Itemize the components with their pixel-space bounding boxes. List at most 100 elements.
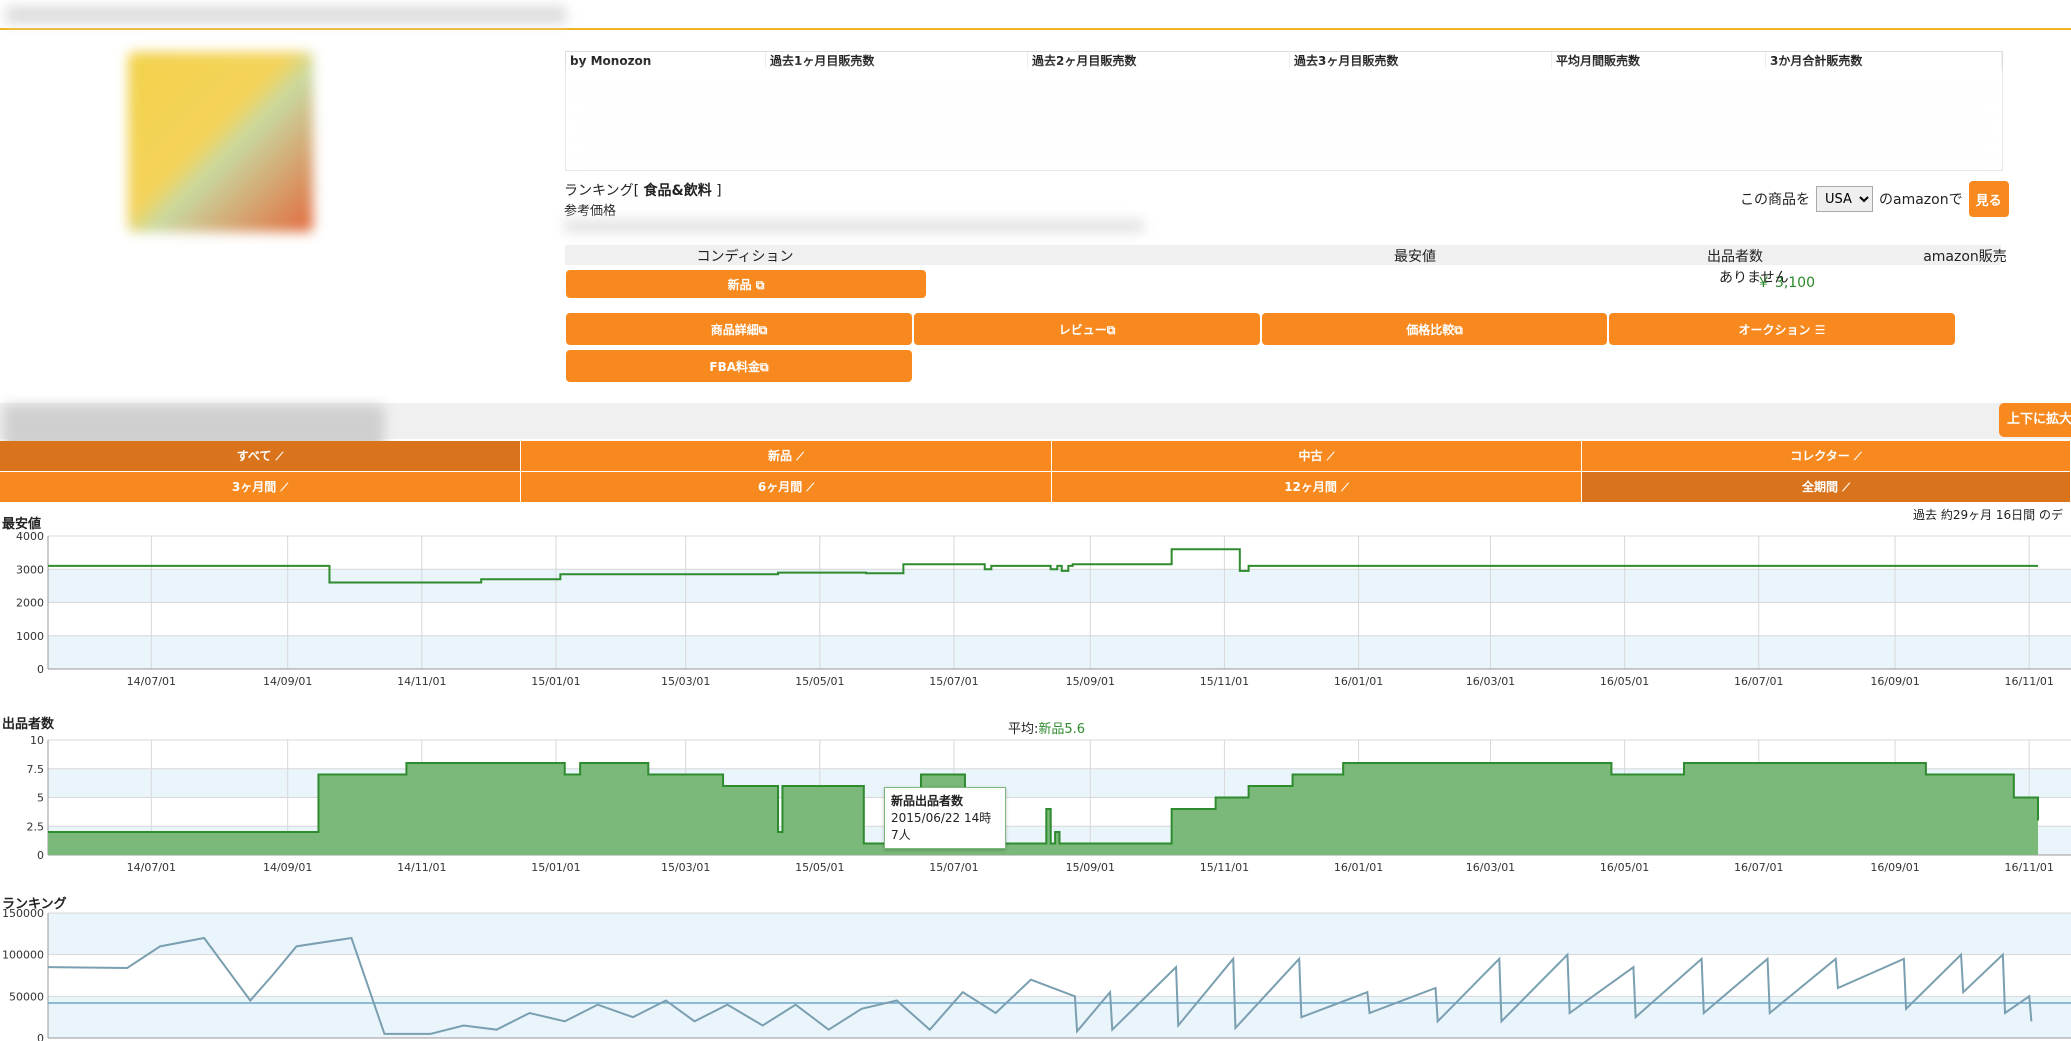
sales-header-month3: 過去3ヶ月目販売数 bbox=[1290, 52, 1552, 70]
sales-header-month2: 過去2ヶ月目販売数 bbox=[1028, 52, 1290, 70]
y-tick-label: 50000 bbox=[9, 990, 44, 1003]
x-tick-label: 16/11/01 bbox=[2005, 861, 2054, 874]
y-tick-label: 10 bbox=[30, 734, 44, 747]
product-image[interactable] bbox=[128, 52, 313, 232]
view-on-amazon-button[interactable]: 見る bbox=[1968, 181, 2009, 217]
price-compare-button[interactable]: 価格比較⧉ bbox=[1262, 313, 1607, 345]
chart-trend-icon: ⟋ bbox=[275, 450, 284, 463]
sales-header-source: by Monozon bbox=[566, 52, 766, 70]
tab-all-period[interactable]: 全期間 ⟋ bbox=[1582, 472, 2071, 502]
period-tab-row: 3ヶ月間 ⟋ 6ヶ月間 ⟋ 12ヶ月間 ⟋ 全期間 ⟋ bbox=[0, 472, 2071, 502]
fba-fee-label: FBA料金 bbox=[709, 360, 761, 374]
y-tick-label: 3000 bbox=[16, 563, 44, 576]
x-tick-label: 16/03/01 bbox=[1466, 675, 1515, 688]
window-top-bar bbox=[0, 0, 2071, 30]
tooltip-title: 新品出品者数 bbox=[891, 794, 964, 808]
x-tick-label: 14/07/01 bbox=[127, 861, 176, 874]
expand-vertical-button[interactable]: 上下に拡大 bbox=[1999, 403, 2071, 437]
y-tick-label: 100000 bbox=[2, 949, 44, 962]
tab-6-months[interactable]: 6ヶ月間 ⟋ bbox=[521, 472, 1052, 502]
tab-all-label: すべて bbox=[236, 449, 272, 463]
x-tick-label: 16/07/01 bbox=[1734, 861, 1783, 874]
tab-collector-label: コレクター bbox=[1790, 449, 1850, 463]
y-tick-label: 5 bbox=[37, 792, 44, 805]
condition-new-button[interactable]: 新品 ⧉ bbox=[566, 270, 926, 298]
y-tick-label: 0 bbox=[37, 849, 44, 862]
lowest-price-chart[interactable]: 14/07/01 14/09/01 14/11/01 15/01/01 15/03/01… bbox=[0, 528, 2071, 698]
y-tick-label: 7.5 bbox=[27, 763, 45, 776]
x-tick-label: 15/01/01 bbox=[531, 861, 580, 874]
ranking-chart[interactable]: 0 50000 100000 150000 bbox=[0, 905, 2071, 1041]
sales-header-month1: 過去1ヶ月目販売数 bbox=[766, 52, 1028, 70]
amazon-sales-header: amazon販売 bbox=[1923, 249, 2007, 265]
tab-collector[interactable]: コレクター ⟋ bbox=[1582, 441, 2071, 471]
x-tick-label: 16/09/01 bbox=[1870, 861, 1919, 874]
condition-table: コンディション 最安値 出品者数 amazon販売 新品 ⧉ ￥ 3,100 3… bbox=[565, 245, 2007, 298]
chart-section-header bbox=[0, 403, 2071, 451]
condition-header: コンディション bbox=[696, 249, 794, 265]
external-link-icon: ⧉ bbox=[760, 360, 769, 374]
amazon-link-suffix: のamazonで bbox=[1879, 192, 1963, 208]
tab-all[interactable]: すべて ⟋ bbox=[0, 441, 521, 471]
plot-band bbox=[48, 635, 2071, 669]
condition-new-label: 新品 bbox=[727, 278, 752, 292]
seller-count-tooltip: 新品出品者数 2015/06/22 14時 7人 bbox=[884, 787, 1006, 849]
amazon-link-prefix: この商品を bbox=[1740, 192, 1810, 208]
seller-count-chart[interactable]: 14/07/01 14/09/01 14/11/01 15/01/01 15/03/01… bbox=[0, 730, 2071, 880]
tab-12-months[interactable]: 12ヶ月間 ⟋ bbox=[1052, 472, 1582, 502]
x-tick-label: 15/11/01 bbox=[1200, 861, 1249, 874]
tab-all-period-label: 全期間 bbox=[1802, 480, 1839, 494]
country-select[interactable]: USA bbox=[1816, 186, 1873, 212]
external-link-icon: ⧉ bbox=[1106, 323, 1116, 337]
x-tick-label: 16/07/01 bbox=[1734, 675, 1783, 688]
fba-fee-button[interactable]: FBA料金⧉ bbox=[566, 350, 912, 382]
ranking-label: ランキング[ 食品&飲料 ] bbox=[564, 180, 722, 200]
lowest-price-header: 最安値 bbox=[1394, 249, 1436, 265]
x-tick-label: 16/01/01 bbox=[1334, 861, 1383, 874]
ranking-category[interactable]: 食品&飲料 bbox=[644, 183, 712, 199]
y-tick-label: 2000 bbox=[16, 597, 44, 610]
sales-table-rows-redacted bbox=[566, 71, 2002, 169]
chart-trend-icon: ⟋ bbox=[796, 450, 804, 463]
x-tick-label: 15/11/01 bbox=[1200, 675, 1249, 688]
x-tick-label: 15/05/01 bbox=[795, 861, 844, 874]
auction-button[interactable]: オークション ☰ bbox=[1609, 313, 1955, 345]
x-tick-label: 15/01/01 bbox=[531, 675, 580, 688]
tab-new[interactable]: 新品 ⟋ bbox=[521, 441, 1052, 471]
plot-band bbox=[48, 569, 2071, 603]
x-tick-label: 15/09/01 bbox=[1066, 675, 1115, 688]
x-tick-label: 16/05/01 bbox=[1600, 675, 1649, 688]
tab-used[interactable]: 中古 ⟋ bbox=[1052, 441, 1582, 471]
x-tick-label: 14/09/01 bbox=[263, 675, 312, 688]
y-tick-label: 150000 bbox=[2, 907, 44, 920]
condition-tab-row: すべて ⟋ 新品 ⟋ 中古 ⟋ コレクター ⟋ bbox=[0, 441, 2071, 471]
y-tick-label: 2.5 bbox=[27, 820, 45, 833]
y-tick-label: 0 bbox=[37, 1032, 44, 1041]
x-tick-label: 14/09/01 bbox=[263, 861, 312, 874]
tooltip-value: 7人 bbox=[891, 828, 911, 842]
external-link-icon: ⧉ bbox=[755, 278, 765, 292]
x-tick-label: 16/01/01 bbox=[1334, 675, 1383, 688]
review-button[interactable]: レビュー⧉ bbox=[914, 313, 1260, 345]
sales-header-average: 平均月間販売数 bbox=[1552, 52, 1766, 70]
y-tick-label: 1000 bbox=[16, 630, 44, 643]
ranking-prefix: ランキング[ bbox=[564, 183, 640, 199]
x-tick-label: 15/05/01 bbox=[795, 675, 844, 688]
product-detail-button[interactable]: 商品詳細⧉ bbox=[566, 313, 912, 345]
tab-new-label: 新品 bbox=[768, 449, 793, 463]
product-detail-label: 商品詳細 bbox=[710, 323, 759, 337]
tooltip-date: 2015/06/22 14時 bbox=[891, 811, 992, 825]
tab-6-months-label: 6ヶ月間 bbox=[757, 480, 803, 494]
chart-trend-icon: ⟋ bbox=[806, 481, 815, 494]
x-tick-label: 14/11/01 bbox=[397, 861, 446, 874]
chart-trend-icon: ⟋ bbox=[1341, 481, 1349, 494]
tab-3-months[interactable]: 3ヶ月間 ⟋ bbox=[0, 472, 521, 502]
chart-trend-icon: ⟋ bbox=[1842, 481, 1850, 494]
sales-table: by Monozon 過去1ヶ月目販売数 過去2ヶ月目販売数 過去3ヶ月目販売数… bbox=[565, 51, 2003, 171]
chart-trend-icon: ⟋ bbox=[280, 481, 289, 494]
asin-jan-redacted bbox=[564, 219, 1144, 233]
ranking-suffix: ] bbox=[716, 183, 722, 199]
x-tick-label: 14/07/01 bbox=[127, 675, 176, 688]
tab-used-label: 中古 bbox=[1298, 449, 1323, 463]
x-tick-label: 16/03/01 bbox=[1466, 861, 1515, 874]
